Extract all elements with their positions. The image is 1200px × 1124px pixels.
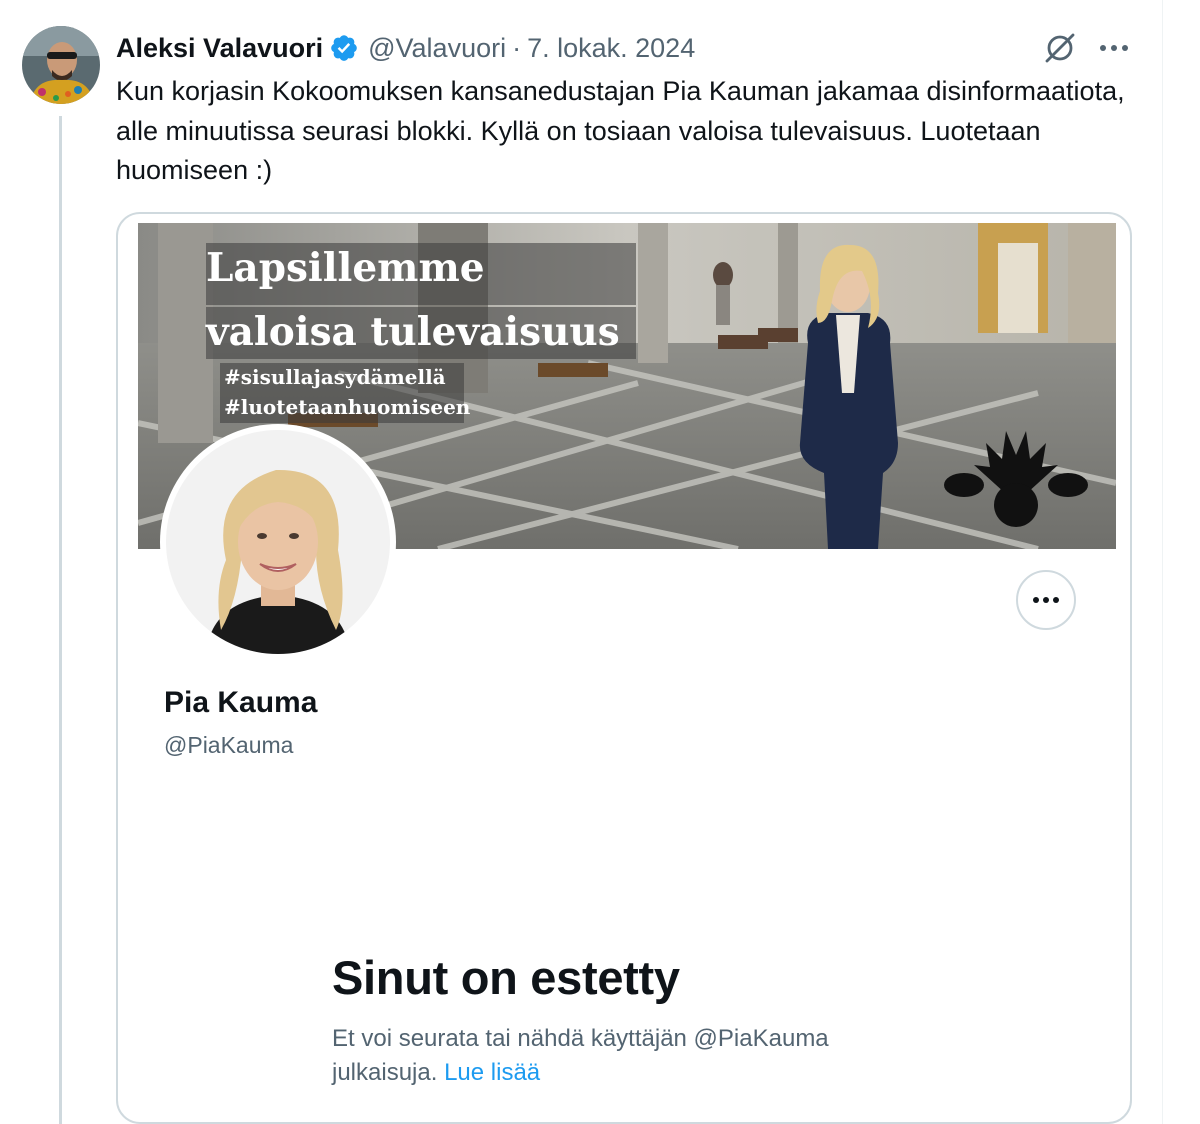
author-handle[interactable]: @Valavuori bbox=[368, 33, 506, 64]
more-dots-icon[interactable] bbox=[1096, 30, 1132, 66]
banner-title-line1: Lapsillemme bbox=[206, 245, 485, 291]
banner-hashtag1: #sisullajasydämellä bbox=[224, 365, 446, 389]
verified-badge-icon[interactable] bbox=[329, 33, 359, 63]
blocked-description-text: Et voi seurata tai nähdä käyttäjän @PiaK… bbox=[332, 1025, 829, 1086]
profile-name: Pia Kauma bbox=[164, 686, 318, 719]
profile-more-icon[interactable] bbox=[1016, 570, 1076, 630]
tweet-header: Aleksi Valavuori @Valavuori · 7. lokak. … bbox=[116, 28, 695, 68]
author-avatar[interactable] bbox=[22, 26, 100, 104]
embedded-profile-card[interactable]: Lapsillemme valoisa tulevaisuus #sisulla… bbox=[116, 212, 1132, 1124]
blocked-description: Et voi seurata tai nähdä käyttäjän @PiaK… bbox=[332, 1022, 892, 1090]
thread-line bbox=[59, 116, 62, 1124]
read-more-link[interactable]: Lue lisää bbox=[444, 1059, 540, 1086]
header-separator: · bbox=[512, 32, 522, 63]
profile-handle: @PiaKauma bbox=[164, 732, 294, 758]
banner-title-line2: valoisa tulevaisuus bbox=[206, 309, 620, 355]
banner-hashtag2: #luotetaanhuomiseen bbox=[224, 395, 471, 419]
tweet-date[interactable]: 7. lokak. 2024 bbox=[527, 33, 695, 64]
profile-avatar[interactable] bbox=[160, 424, 396, 660]
author-name[interactable]: Aleksi Valavuori bbox=[116, 33, 323, 64]
blocked-title: Sinut on estetty bbox=[332, 951, 680, 1004]
timeline-border bbox=[1162, 0, 1163, 1124]
tweet-text: Kun korjasin Kokoomuksen kansanedustajan… bbox=[116, 76, 1125, 185]
grok-icon[interactable] bbox=[1040, 30, 1080, 66]
